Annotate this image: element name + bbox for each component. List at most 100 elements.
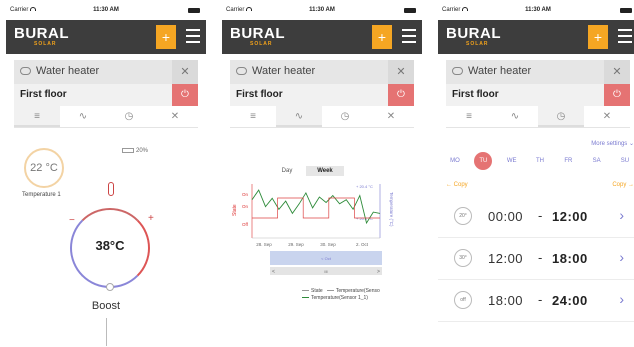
tab-schedule[interactable]: ◷ — [538, 106, 584, 127]
dial-knob[interactable] — [106, 283, 114, 291]
legend-label: Temperature(Sensor 1_1) — [311, 295, 368, 301]
menu-icon[interactable] — [186, 29, 200, 43]
battery-level: 20% — [122, 148, 148, 154]
chevron-right-icon[interactable]: › — [619, 207, 624, 223]
schedule-temp[interactable]: off — [454, 291, 472, 309]
weekday-selector: MO TU WE TH FR SA SU — [446, 152, 634, 170]
day-we[interactable]: WE — [503, 152, 521, 170]
schedule-dash: - — [538, 208, 543, 223]
chevron-right-icon[interactable]: › — [619, 291, 624, 307]
status-bar: Carrier 11:30 AM — [222, 0, 422, 20]
brand-logo: BURAL SOLAR — [14, 26, 69, 47]
decrease-button[interactable]: − — [69, 215, 75, 226]
schedule-temp[interactable]: 30° — [454, 249, 472, 267]
scroll-right-button: > — [377, 269, 380, 275]
clock: 11:30 AM — [93, 7, 119, 13]
device-name: Water heater — [252, 65, 316, 77]
day-fr[interactable]: FR — [559, 152, 577, 170]
day-mo[interactable]: MO — [446, 152, 464, 170]
brand-logo: BURAL SOLAR — [230, 26, 285, 47]
status-bar: Carrier 11:30 AM — [438, 0, 634, 20]
legend-item: Temperature(Sensor 1_1) — [302, 295, 380, 302]
logo-text: BURAL — [230, 25, 285, 42]
add-button[interactable]: + — [372, 25, 392, 49]
thermometer-icon — [108, 182, 114, 196]
cloud-icon — [452, 67, 463, 75]
setpoint-dial[interactable]: 38°C — [70, 208, 150, 288]
tab-bar: ≡ ∿ ◷ ✕ — [14, 106, 198, 128]
tab-settings[interactable]: ✕ — [368, 106, 414, 127]
power-button[interactable]: ⏻ — [388, 84, 414, 106]
device-name: Water heater — [468, 65, 532, 77]
schedule-row[interactable]: 20° 00:00 - 12:00 › — [438, 196, 634, 238]
floor-name: First floor — [20, 89, 67, 100]
power-button[interactable]: ⏻ — [604, 84, 630, 106]
tab-schedule[interactable]: ◷ — [322, 106, 368, 127]
schedule-to[interactable]: 18:00 — [552, 251, 588, 266]
tab-list[interactable]: ≡ — [14, 106, 60, 127]
device-row[interactable]: Water heater ✕ — [446, 60, 630, 84]
range-week[interactable]: Week — [306, 166, 344, 176]
phone-screen-overview: Carrier 11:30 AM BURAL SOLAR + Water heat… — [6, 0, 206, 347]
day-tu[interactable]: TU — [474, 152, 493, 170]
schedule-dash: - — [538, 292, 543, 307]
battery-icon — [188, 8, 200, 13]
logo-text: BURAL — [14, 25, 69, 42]
battery-icon — [404, 8, 416, 13]
floor-name: First floor — [452, 89, 499, 100]
tab-settings[interactable]: ✕ — [152, 106, 198, 127]
tools-icon[interactable]: ✕ — [388, 60, 414, 84]
more-settings-link[interactable]: More settings ⌄ — [591, 140, 634, 147]
legend-swatch — [302, 290, 309, 292]
tab-bar: ≡ ∿ ◷ ✕ — [446, 106, 630, 128]
tab-chart[interactable]: ∿ — [276, 106, 322, 127]
battery-text: 20% — [136, 148, 149, 155]
day-th[interactable]: TH — [531, 152, 549, 170]
tab-chart[interactable]: ∿ — [60, 106, 106, 127]
logo-text: BURAL — [446, 25, 501, 42]
tab-schedule[interactable]: ◷ — [106, 106, 152, 127]
device-name: Water heater — [36, 65, 100, 77]
legend-swatch — [302, 297, 309, 299]
copy-right-button[interactable]: Copy → — [612, 182, 634, 188]
add-button[interactable]: + — [588, 25, 608, 49]
schedule-temp[interactable]: 20° — [454, 207, 472, 225]
menu-icon[interactable] — [402, 29, 416, 43]
setpoint-value: 38°C — [95, 238, 125, 253]
power-button[interactable]: ⏻ — [172, 84, 198, 106]
menu-icon[interactable] — [618, 29, 632, 43]
tab-bar: ≡ ∿ ◷ ✕ — [230, 106, 414, 128]
x-tick-label: 2. Oct — [356, 242, 369, 247]
schedule-from[interactable]: 12:00 — [488, 251, 523, 266]
device-row[interactable]: Water heater ✕ — [230, 60, 414, 84]
left-tick-label: On — [242, 204, 249, 209]
chevron-right-icon[interactable]: › — [619, 249, 624, 265]
device-row[interactable]: Water heater ✕ — [14, 60, 198, 84]
tools-icon[interactable]: ✕ — [172, 60, 198, 84]
day-sa[interactable]: SA — [588, 152, 606, 170]
schedule-to[interactable]: 12:00 — [552, 209, 588, 224]
left-tick-label: Off — [242, 222, 249, 227]
tools-icon[interactable]: ✕ — [604, 60, 630, 84]
tab-chart[interactable]: ∿ — [492, 106, 538, 127]
schedule-row[interactable]: off 18:00 - 24:00 › — [438, 280, 634, 322]
clock: 11:30 AM — [525, 7, 551, 13]
cloud-icon — [20, 67, 31, 75]
legend-label: State — [311, 288, 323, 294]
tab-settings[interactable]: ✕ — [584, 106, 630, 127]
floor-row: First floor ⏻ — [14, 84, 198, 106]
schedule-row[interactable]: 30° 12:00 - 18:00 › — [438, 238, 634, 280]
day-su[interactable]: SU — [616, 152, 634, 170]
tab-list[interactable]: ≡ — [230, 106, 276, 127]
schedule-from[interactable]: 18:00 — [488, 293, 523, 308]
floor-row: First floor ⏻ — [230, 84, 414, 106]
add-button[interactable]: + — [156, 25, 176, 49]
tab-list[interactable]: ≡ — [446, 106, 492, 127]
range-day[interactable]: Day — [268, 166, 306, 176]
clock: 11:30 AM — [309, 7, 335, 13]
brand-logo: BURAL SOLAR — [446, 26, 501, 47]
increase-button[interactable]: + — [148, 213, 154, 224]
copy-left-button[interactable]: ← Copy — [446, 182, 468, 188]
schedule-from[interactable]: 00:00 — [488, 209, 523, 224]
schedule-to[interactable]: 24:00 — [552, 293, 588, 308]
